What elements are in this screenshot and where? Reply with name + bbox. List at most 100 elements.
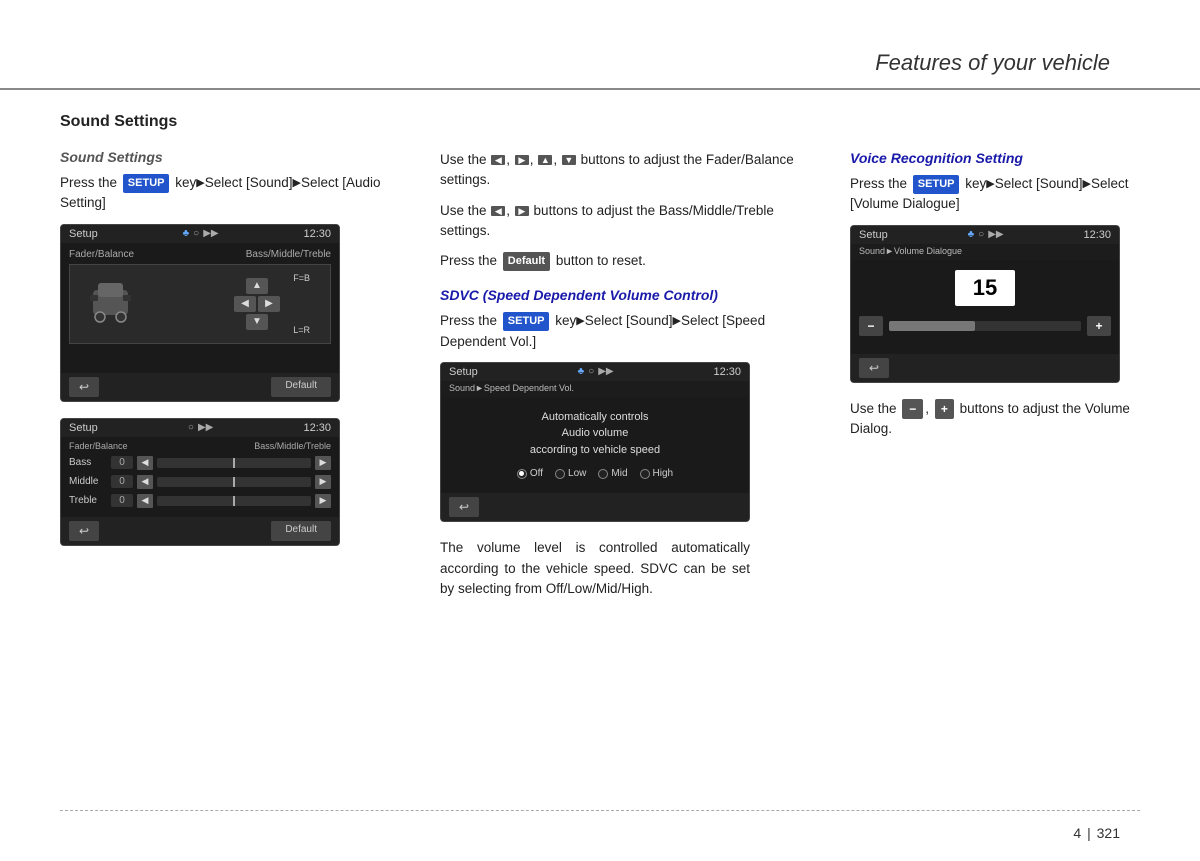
screen4-back-btn[interactable]: ↩	[859, 358, 889, 378]
car-icon	[88, 275, 133, 333]
audio-icon: ▶▶	[203, 228, 218, 239]
radio-high-dot[interactable]	[640, 469, 650, 479]
right-arrow-icon: ▶	[515, 155, 529, 165]
middle-right-arrow[interactable]: ▶	[315, 475, 331, 489]
page-title: Features of your vehicle	[875, 50, 1110, 76]
nav-right-btn[interactable]: ▶	[258, 296, 280, 312]
label-fb: F=B	[293, 273, 310, 283]
screen1-body: Fader/Balance Bass/Middle/Treble	[61, 243, 339, 373]
sdvc-para1: Press the SETUP key▶Select [Sound]▶Selec…	[440, 311, 820, 352]
bass-bar	[157, 458, 311, 468]
radio-low-dot[interactable]	[555, 469, 565, 479]
nav-left-btn[interactable]: ◀	[234, 296, 256, 312]
screen2-time: 12:30	[303, 422, 331, 434]
screen2-back-btn[interactable]: ↩	[69, 521, 99, 541]
screen4: Setup ♣ ○ ▶▶ 12:30 Sound►Volume Dialogue…	[850, 225, 1120, 383]
volume-display: 15	[955, 270, 1015, 306]
screen2-icons: ○ ▶▶	[188, 422, 213, 433]
mid-column: Use the ◀, ▶, ▲, ▼ buttons to adjust the…	[420, 105, 840, 801]
mid-para-default: Press the Default button to reset.	[440, 251, 820, 271]
nav-down-btn[interactable]: ▼	[246, 314, 268, 330]
radio-low-label: Low	[568, 468, 586, 479]
screen4-wifi-icon: ○	[978, 229, 984, 240]
treble-bar-tick	[233, 496, 235, 506]
radio-mid-dot[interactable]	[598, 469, 608, 479]
right-arrow2-icon: ▶	[515, 206, 529, 216]
treble-value: 0	[111, 494, 133, 507]
screen2: Setup ○ ▶▶ 12:30 Fader/Balance Bass/Midd…	[60, 418, 340, 546]
bluetooth-icon: ♣	[183, 228, 190, 239]
treble-left-arrow[interactable]: ◀	[137, 494, 153, 508]
col-label-bmt: Bass/Middle/Treble	[254, 441, 331, 451]
sdvc-pre: Press the	[440, 313, 497, 328]
screen4-icons: ♣ ○ ▶▶	[968, 229, 1004, 240]
screen3-back-btn[interactable]: ↩	[449, 497, 479, 517]
vr-para1: Press the SETUP key▶Select [Sound]▶Selec…	[850, 174, 1140, 215]
eq-row-bass: Bass 0 ◀ ▶	[69, 456, 331, 470]
radio-mid: Mid	[598, 468, 627, 479]
eq-row-middle: Middle 0 ◀ ▶	[69, 475, 331, 489]
screen1-title: Setup	[69, 228, 98, 240]
label-lr: L=R	[293, 325, 310, 335]
up-arrow-icon: ▲	[538, 155, 552, 165]
screen4-bt-icon: ♣	[968, 229, 975, 240]
screen1: Setup ♣ ○ ▶▶ 12:30 Fader/Balance Bass/Mi…	[60, 224, 340, 402]
setup-badge-sdvc: SETUP	[503, 312, 550, 331]
left-subtitle: Sound Settings	[60, 149, 400, 165]
wifi-icon: ○	[193, 228, 199, 239]
screen3-title: Setup	[449, 366, 478, 378]
screen3-body: Automatically controlsAudio volumeaccord…	[441, 397, 749, 494]
radio-high-label: High	[653, 468, 674, 479]
nav-up-btn[interactable]: ▲	[246, 278, 268, 294]
main-heading: Sound Settings	[60, 113, 400, 131]
fader-area: F=B L=R ▲ ◀ ▶ ▼	[69, 264, 331, 344]
label-fader: Fader/Balance	[69, 249, 134, 260]
screen1-icons: ♣ ○ ▶▶	[183, 228, 219, 239]
page-sep: |	[1087, 825, 1091, 841]
radio-off-dot[interactable]	[517, 469, 527, 479]
screen4-audio-icon: ▶▶	[988, 229, 1003, 240]
screen3-icons: ♣ ○ ▶▶	[578, 366, 614, 377]
mid-para-bass: Use the ◀, ▶ buttons to adjust the Bass/…	[440, 201, 820, 242]
plus-badge: +	[935, 399, 954, 419]
screen3-wifi-icon: ○	[588, 366, 594, 377]
screen4-body: 15 − +	[851, 260, 1119, 354]
screen4-header: Setup ♣ ○ ▶▶ 12:30	[851, 226, 1119, 244]
col-label-fader: Fader/Balance	[69, 441, 128, 451]
screen2-default-btn[interactable]: Default	[271, 521, 331, 541]
screen2-wifi-icon: ○	[188, 422, 194, 433]
down-arrow-icon: ▼	[562, 155, 576, 165]
screen1-back-btn[interactable]: ↩	[69, 377, 99, 397]
screen3-header: Setup ♣ ○ ▶▶ 12:30	[441, 363, 749, 381]
vol-slider-fill	[889, 321, 975, 331]
screen2-header: Setup ○ ▶▶ 12:30	[61, 419, 339, 437]
middle-bar	[157, 477, 311, 487]
bass-right-arrow[interactable]: ▶	[315, 456, 331, 470]
left-column: Sound Settings Sound Settings Press the …	[60, 105, 420, 801]
sdvc-title: SDVC (Speed Dependent Volume Control)	[440, 287, 820, 303]
radio-off-label: Off	[530, 468, 543, 479]
screen3-breadcrumb: Sound►Speed Dependent Vol.	[441, 381, 749, 397]
treble-right-arrow[interactable]: ▶	[315, 494, 331, 508]
vol-minus-btn[interactable]: −	[859, 316, 883, 336]
screen1-footer: ↩ Default	[61, 373, 339, 401]
slider-row: − +	[859, 316, 1111, 336]
vol-plus-btn[interactable]: +	[1087, 316, 1111, 336]
screen4-title: Setup	[859, 229, 888, 241]
label-bass: Bass/Middle/Treble	[246, 249, 331, 260]
middle-left-arrow[interactable]: ◀	[137, 475, 153, 489]
bass-left-arrow[interactable]: ◀	[137, 456, 153, 470]
middle-bar-tick	[233, 477, 235, 487]
screen4-breadcrumb: Sound►Volume Dialogue	[851, 244, 1119, 260]
mid-para-fader: Use the ◀, ▶, ▲, ▼ buttons to adjust the…	[440, 150, 820, 191]
eq-row-treble: Treble 0 ◀ ▶	[69, 494, 331, 508]
treble-label: Treble	[69, 495, 107, 506]
left-arrow2-icon: ◀	[491, 206, 505, 216]
sdvc-desc: The volume level is controlled automatic…	[440, 538, 750, 599]
screen4-time: 12:30	[1083, 229, 1111, 241]
left-para1: Press the SETUP key▶Select [Sound]▶Selec…	[60, 173, 400, 214]
left-para1-pre: Press the	[60, 175, 117, 190]
middle-label: Middle	[69, 476, 107, 487]
screen1-default-btn[interactable]: Default	[271, 377, 331, 397]
nav-mid-row: ◀ ▶	[234, 296, 280, 312]
